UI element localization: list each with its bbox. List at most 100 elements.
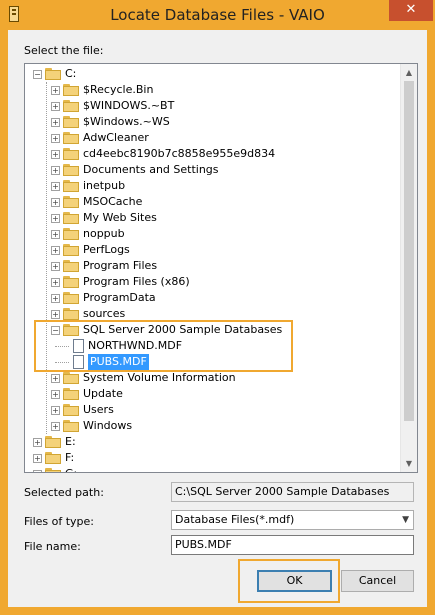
- collapse-icon[interactable]: −: [33, 70, 42, 79]
- folder-icon: [63, 116, 79, 128]
- tree-folder-item[interactable]: − C:: [25, 66, 399, 82]
- tree-item-label: Windows: [83, 419, 133, 432]
- tree-folder-item[interactable]: + $Windows.~WS: [25, 114, 399, 130]
- tree-folder-item[interactable]: + E:: [25, 434, 399, 450]
- file-tree[interactable]: ▲ ▼ − C: + $Recycle.Bin + $WINDOWS.~BT + $Windo…: [24, 63, 418, 473]
- folder-icon: [63, 308, 79, 320]
- folder-icon: [63, 260, 79, 272]
- files-of-type-label: Files of type:: [24, 515, 95, 528]
- sql-folder-highlight: [34, 320, 293, 372]
- folder-icon: [63, 292, 79, 304]
- tree-item-label: AdwCleaner: [83, 131, 149, 144]
- tree-item-label: E:: [65, 435, 76, 448]
- dialog-body: Select the file: ▲ ▼ − C: + $Recycle.Bin + $W…: [8, 30, 427, 607]
- folder-icon: [63, 388, 79, 400]
- folder-icon: [63, 148, 79, 160]
- tree-folder-item[interactable]: + System Volume Information: [25, 370, 399, 386]
- tree-folder-item[interactable]: + ProgramData: [25, 290, 399, 306]
- expand-icon[interactable]: +: [51, 86, 60, 95]
- tree-item-label: noppub: [83, 227, 125, 240]
- tree-item-label: ProgramData: [83, 291, 156, 304]
- tree-item-label: F:: [65, 451, 75, 464]
- tree-item-label: $WINDOWS.~BT: [83, 99, 175, 112]
- expand-icon[interactable]: +: [51, 262, 60, 271]
- tree-folder-item[interactable]: + Update: [25, 386, 399, 402]
- window-title: Locate Database Files - VAIO: [110, 6, 325, 24]
- expand-icon[interactable]: +: [51, 150, 60, 159]
- files-of-type-select[interactable]: Database Files(*.mdf) ▼: [171, 510, 414, 530]
- expand-icon[interactable]: +: [51, 214, 60, 223]
- tree-folder-item[interactable]: + PerfLogs: [25, 242, 399, 258]
- scroll-thumb[interactable]: [404, 81, 414, 421]
- tree-item-label: System Volume Information: [83, 371, 236, 384]
- tree-folder-item[interactable]: + Program Files: [25, 258, 399, 274]
- tree-folder-item[interactable]: + noppub: [25, 226, 399, 242]
- title-bar[interactable]: Locate Database Files - VAIO ✕: [0, 0, 435, 30]
- tree-folder-item[interactable]: + Program Files (x86): [25, 274, 399, 290]
- tree-folder-item[interactable]: + Documents and Settings: [25, 162, 399, 178]
- tree-item-label: Documents and Settings: [83, 163, 219, 176]
- selected-path-field: C:\SQL Server 2000 Sample Databases: [171, 482, 414, 502]
- folder-icon: [45, 436, 61, 448]
- folder-icon: [63, 228, 79, 240]
- tree-folder-item[interactable]: + G:: [25, 466, 399, 472]
- scroll-down-icon[interactable]: ▼: [401, 455, 417, 472]
- cancel-button[interactable]: Cancel: [341, 570, 414, 592]
- tree-item-label: Update: [83, 387, 123, 400]
- chevron-down-icon[interactable]: ▼: [402, 511, 409, 529]
- expand-icon[interactable]: +: [51, 390, 60, 399]
- tree-folder-item[interactable]: + $Recycle.Bin: [25, 82, 399, 98]
- folder-icon: [45, 452, 61, 464]
- expand-icon[interactable]: +: [51, 278, 60, 287]
- vertical-scrollbar[interactable]: ▲ ▼: [400, 64, 417, 472]
- tree-item-label: $Windows.~WS: [83, 115, 170, 128]
- expand-icon[interactable]: +: [51, 134, 60, 143]
- tree-item-label: G:: [65, 466, 77, 472]
- expand-icon[interactable]: +: [51, 182, 60, 191]
- files-of-type-value: Database Files(*.mdf): [175, 513, 295, 526]
- select-file-label: Select the file:: [24, 44, 104, 57]
- folder-icon: [63, 372, 79, 384]
- tree-folder-item[interactable]: + F:: [25, 450, 399, 466]
- expand-icon[interactable]: +: [51, 310, 60, 319]
- expand-icon[interactable]: +: [51, 374, 60, 383]
- locate-database-files-dialog: Locate Database Files - VAIO ✕ Select th…: [0, 0, 435, 615]
- expand-icon[interactable]: +: [51, 294, 60, 303]
- tree-item-label: C:: [65, 67, 77, 80]
- folder-icon: [45, 68, 61, 80]
- expand-icon[interactable]: +: [51, 198, 60, 207]
- folder-icon: [63, 100, 79, 112]
- folder-icon: [63, 132, 79, 144]
- tree-item-label: MSOCache: [83, 195, 143, 208]
- expand-icon[interactable]: +: [33, 438, 42, 447]
- folder-icon: [63, 196, 79, 208]
- folder-icon: [63, 276, 79, 288]
- expand-icon[interactable]: +: [51, 406, 60, 415]
- file-name-input[interactable]: PUBS.MDF: [171, 535, 414, 555]
- expand-icon[interactable]: +: [51, 102, 60, 111]
- tree-folder-item[interactable]: + Users: [25, 402, 399, 418]
- ok-button[interactable]: OK: [257, 570, 332, 592]
- tree-folder-item[interactable]: + AdwCleaner: [25, 130, 399, 146]
- expand-icon[interactable]: +: [51, 118, 60, 127]
- tree-folder-item[interactable]: + Windows: [25, 418, 399, 434]
- expand-icon[interactable]: +: [33, 470, 42, 472]
- tree-folder-item[interactable]: + inetpub: [25, 178, 399, 194]
- tree-item-label: My Web Sites: [83, 211, 157, 224]
- folder-icon: [63, 244, 79, 256]
- tree-folder-item[interactable]: + My Web Sites: [25, 210, 399, 226]
- expand-icon[interactable]: +: [33, 454, 42, 463]
- expand-icon[interactable]: +: [51, 422, 60, 431]
- expand-icon[interactable]: +: [51, 230, 60, 239]
- close-button[interactable]: ✕: [389, 0, 433, 21]
- scroll-up-icon[interactable]: ▲: [401, 64, 417, 81]
- tree-folder-item[interactable]: + $WINDOWS.~BT: [25, 98, 399, 114]
- tree-folder-item[interactable]: + MSOCache: [25, 194, 399, 210]
- tree-item-label: Program Files (x86): [83, 275, 190, 288]
- expand-icon[interactable]: +: [51, 166, 60, 175]
- folder-icon: [45, 468, 61, 472]
- folder-icon: [63, 164, 79, 176]
- tree-folder-item[interactable]: + cd4eebc8190b7c8858e955e9d834: [25, 146, 399, 162]
- expand-icon[interactable]: +: [51, 246, 60, 255]
- tree-item-label: inetpub: [83, 179, 126, 192]
